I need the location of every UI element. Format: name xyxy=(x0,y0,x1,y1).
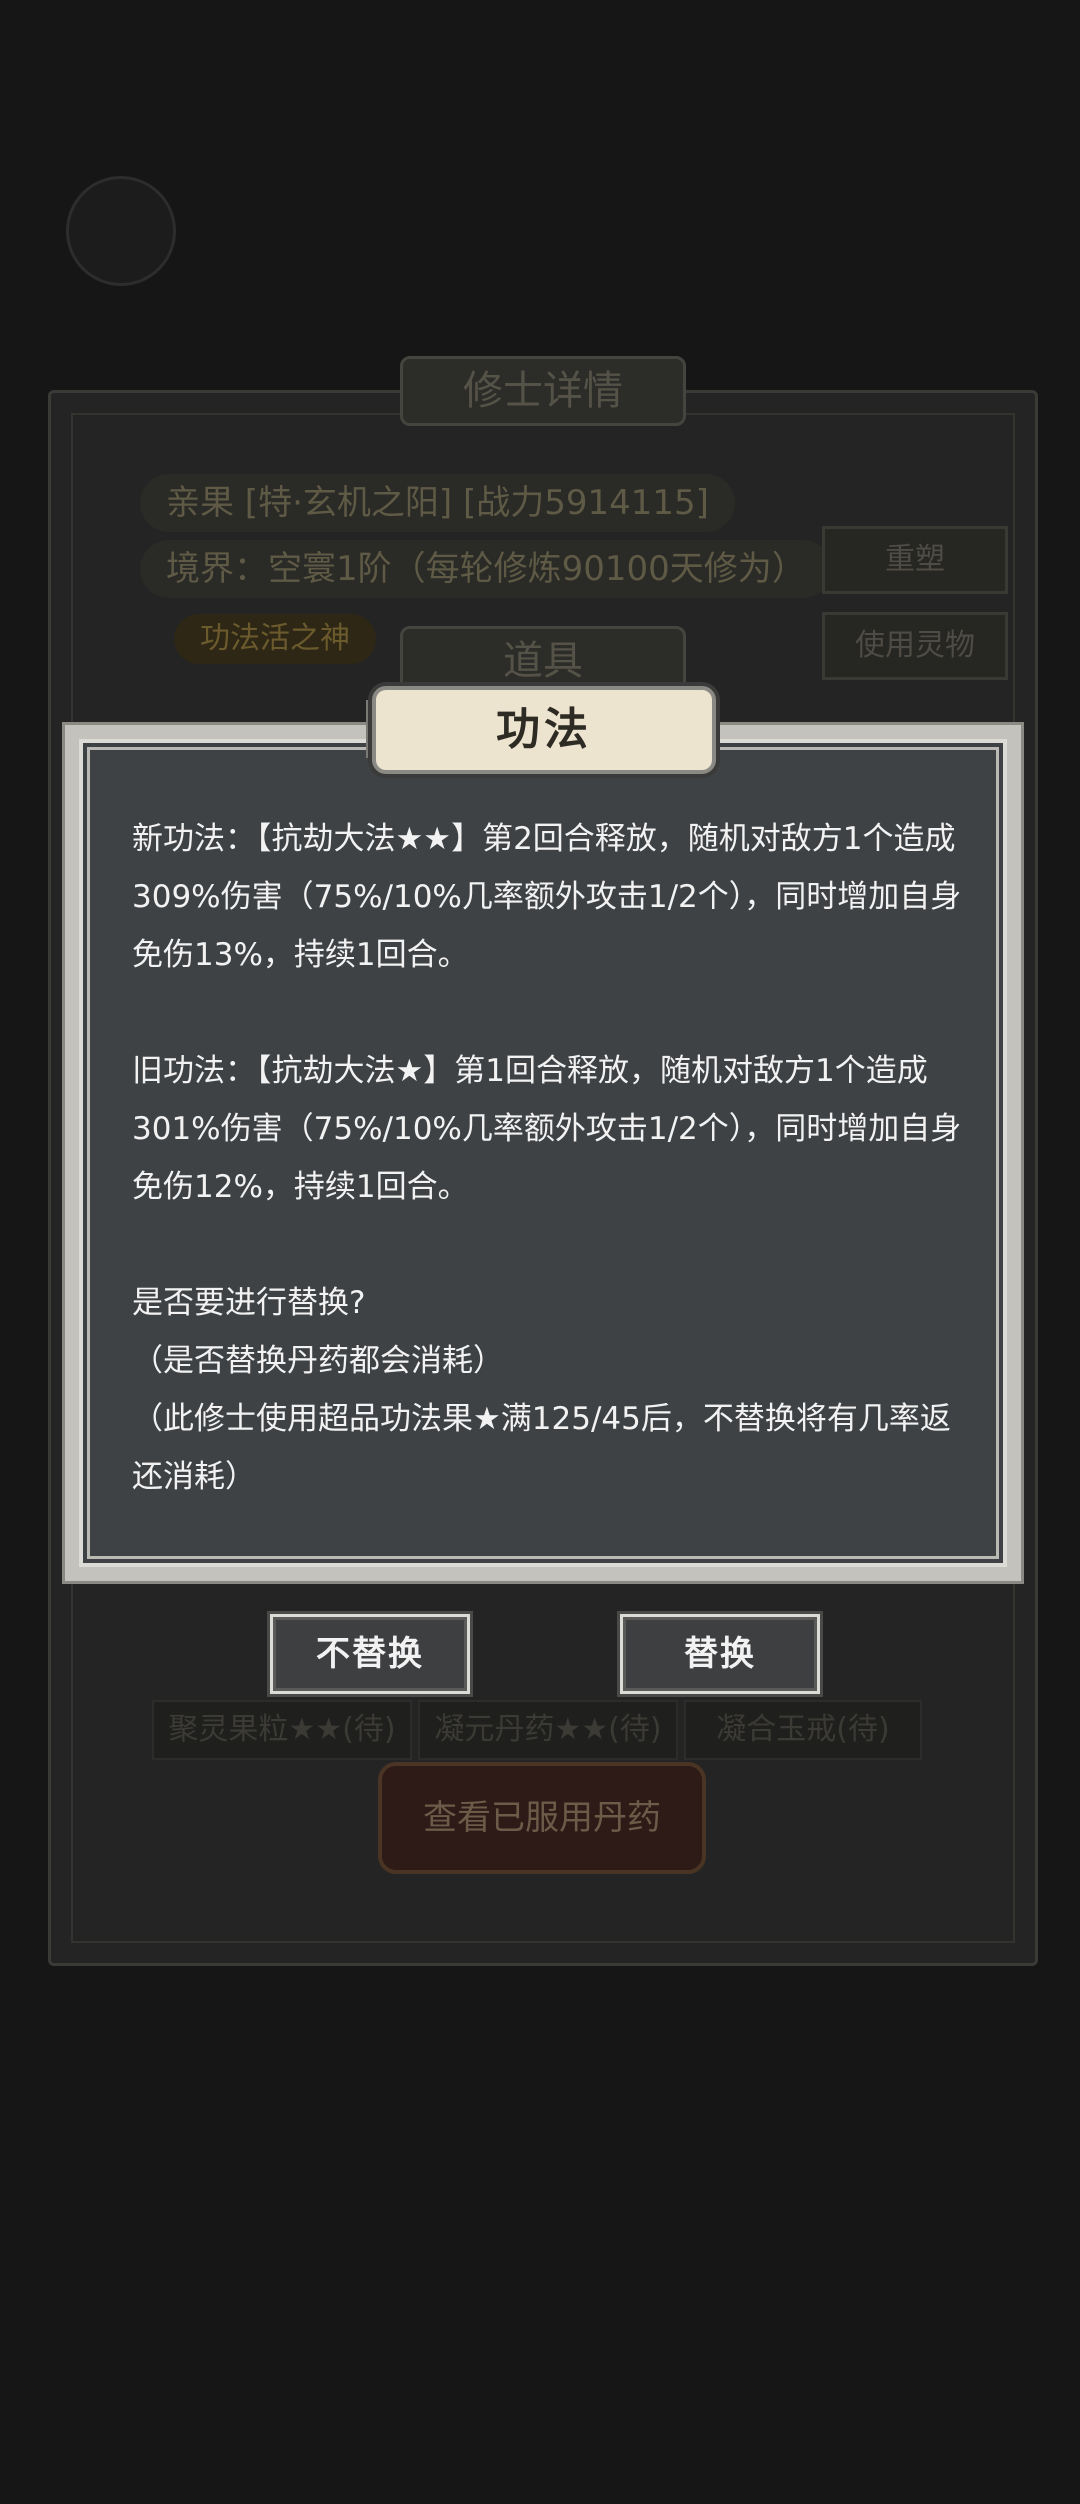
panel-title: 修士详情 xyxy=(400,356,686,426)
consume-note: （是否替换丹药都会消耗） xyxy=(132,1343,504,1379)
new-skill-text: 新功法：【抗劫大法★★】第2回合释放，随机对敌方1个造成309%伤害（75%/1… xyxy=(132,821,962,973)
name-row: 亲果 [特·玄机之阳] [战力5914115] xyxy=(140,474,735,532)
dialog-title-text: 功法 xyxy=(496,704,592,755)
avatar xyxy=(66,176,176,286)
reset-button[interactable]: 重塑 xyxy=(822,526,1008,594)
dialog-content: 新功法：【抗劫大法★★】第2回合释放，随机对敌方1个造成309%伤害（75%/1… xyxy=(132,810,972,1506)
skill-badge: 功法活之神 xyxy=(174,614,376,664)
no-replace-button[interactable]: 不替换 xyxy=(270,1614,470,1694)
realm-row: 境界：空寰1阶（每轮修炼90100天修为） xyxy=(140,540,832,598)
replace-question: 是否要进行替换? xyxy=(132,1285,366,1321)
view-used-pills-button[interactable]: 查看已服用丹药 xyxy=(378,1762,706,1874)
dialog-title: 功法 xyxy=(372,686,716,774)
replace-button[interactable]: 替换 xyxy=(620,1614,820,1694)
old-skill-text: 旧功法：【抗劫大法★】第1回合释放，随机对敌方1个造成301%伤害（75%/10… xyxy=(132,1053,962,1205)
refund-note: （此修士使用超品功法果★满125/45后，不替换将有几率返还消耗） xyxy=(132,1401,951,1495)
item-chip[interactable]: 凝合玉戒(待) xyxy=(684,1700,922,1760)
use-item-button[interactable]: 使用灵物 xyxy=(822,612,1008,680)
item-chip[interactable]: 聚灵果粒★★(待) xyxy=(152,1700,412,1760)
item-chip[interactable]: 凝元丹药★★(待) xyxy=(418,1700,678,1760)
